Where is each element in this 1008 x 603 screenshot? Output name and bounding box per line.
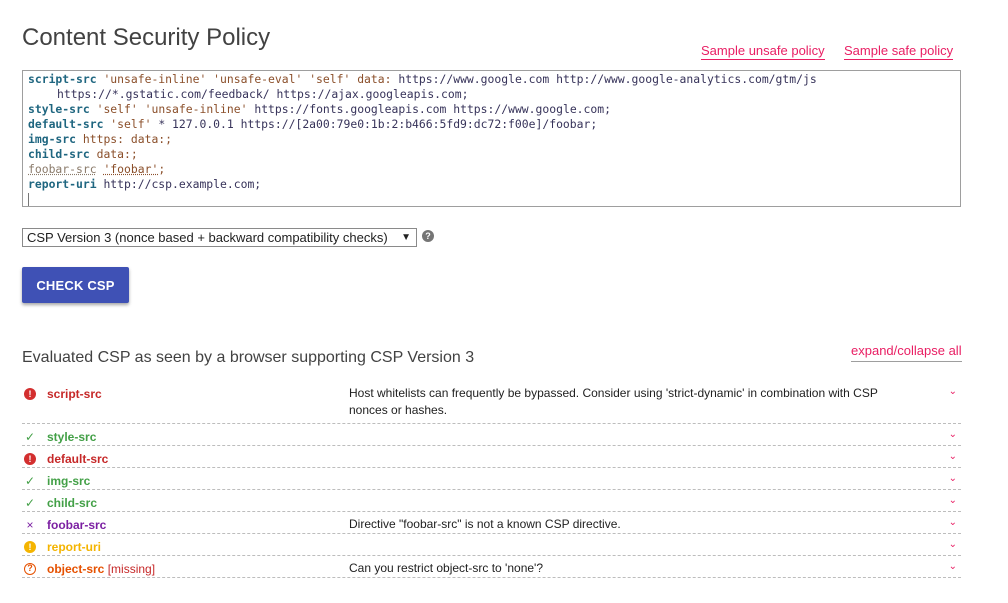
directive-label: img-src: [47, 474, 91, 488]
directive-label: object-src: [47, 562, 105, 576]
chevron-down-icon[interactable]: ⌄: [949, 561, 957, 572]
directive-label: report-uri: [47, 540, 101, 554]
result-directive-name: script-src: [47, 387, 102, 401]
csp-directive-token: img-src: [28, 132, 77, 146]
result-description: Host whitelists can frequently be bypass…: [349, 386, 878, 417]
result-description: Directive "foobar-src" is not a known CS…: [349, 517, 621, 531]
csp-value-token: [234, 117, 241, 131]
csp-value-token: 'unsafe-inline': [144, 102, 248, 116]
csp-directive-token: default-src: [28, 117, 104, 131]
csp-directive-token: style-src: [28, 102, 90, 116]
csp-value-token: http://www.google-analytics.com/gtm/js: [556, 72, 817, 86]
csp-editor-line: script-src 'unsafe-inline' 'unsafe-eval'…: [28, 72, 955, 87]
directive-label: foobar-src: [47, 518, 107, 532]
error-icon: !: [24, 453, 36, 465]
check-csp-button[interactable]: CHECK CSP: [22, 267, 129, 303]
check-icon: ✓: [24, 496, 36, 510]
csp-value-token: 'self': [96, 102, 138, 116]
chevron-down-icon[interactable]: ⌄: [949, 473, 957, 484]
directive-label: child-src: [47, 496, 98, 510]
page-title: Content Security Policy: [22, 24, 271, 51]
error-icon: !: [24, 388, 36, 400]
csp-editor-line: default-src 'self' * 127.0.0.1 https://[…: [28, 117, 955, 132]
directive-label: default-src: [47, 452, 109, 466]
csp-directive-token: script-src: [28, 72, 97, 86]
result-row-child-src[interactable]: ✓ child-src ⌄: [22, 490, 961, 512]
chevron-down-icon[interactable]: ⌄: [949, 495, 957, 506]
csp-editor-caret-line: [28, 192, 955, 206]
chevron-down-icon[interactable]: ⌄: [949, 386, 957, 397]
csp-editor-line: report-uri http://csp.example.com;: [28, 177, 955, 192]
csp-directive-token: child-src: [28, 147, 90, 161]
csp-value-token: [90, 102, 97, 116]
csp-editor-line: https://*.gstatic.com/feedback/ https://…: [28, 87, 955, 102]
dropdown-arrow-icon: ▼: [401, 232, 411, 243]
csp-value-token: 'unsafe-inline': [103, 72, 207, 86]
csp-value-token: * 127.0.0.1: [158, 117, 234, 131]
result-row-report-uri[interactable]: ! report-uri ⌄: [22, 534, 961, 556]
sample-safe-policy-link[interactable]: Sample safe policy: [844, 43, 954, 60]
directive-label: style-src: [47, 430, 97, 444]
csp-value-token: https://ajax.googleapis.com;: [276, 87, 469, 101]
chevron-down-icon[interactable]: ⌄: [949, 451, 957, 462]
result-row-img-src[interactable]: ✓ img-src ⌄: [22, 468, 961, 490]
directive-label: script-src: [47, 387, 102, 401]
sample-unsafe-policy-link[interactable]: Sample unsafe policy: [701, 43, 825, 60]
csp-directive-token: foobar-src: [28, 162, 97, 176]
evaluation-results: ! script-src Host whitelists can frequentl…: [22, 380, 961, 578]
result-directive-name: img-src: [47, 474, 90, 488]
csp-value-token: ;: [158, 162, 166, 176]
csp-value-token: [90, 147, 97, 161]
csp-value-token: http://csp.example.com;: [103, 177, 262, 191]
chevron-down-icon[interactable]: ⌄: [949, 539, 957, 550]
csp-value-token: https: data:;: [82, 132, 173, 146]
csp-value-token: https://fonts.googleapis.com: [254, 102, 447, 116]
result-row-script-src[interactable]: ! script-src Host whitelists can frequentl…: [22, 380, 961, 424]
csp-editor-line: style-src 'self' 'unsafe-inline' https:/…: [28, 102, 955, 117]
result-directive-name: foobar-src: [47, 518, 106, 532]
csp-value-token: 'foobar': [103, 162, 159, 176]
csp-value-token: https://www.google.com;: [453, 102, 611, 116]
csp-value-token: https://*.gstatic.com/feedback/: [57, 87, 270, 101]
csp-value-token: https://[2a00:79e0:1b:2:b466:5fd9:dc72:f…: [240, 117, 598, 131]
csp-value-token: [138, 102, 145, 116]
result-row-foobar-src[interactable]: × foobar-src Directive "foobar-src" is not…: [22, 512, 961, 534]
csp-value-token: 'unsafe-eval': [213, 72, 303, 86]
chevron-down-icon[interactable]: ⌄: [949, 517, 957, 528]
csp-editor-line: child-src data:;: [28, 147, 955, 162]
csp-value-token: data:: [357, 72, 392, 86]
csp-value-token: data:;: [96, 147, 138, 161]
warning-icon: !: [24, 541, 36, 553]
result-description: Can you restrict object-src to 'none'?: [349, 561, 544, 575]
cross-icon: ×: [26, 518, 34, 532]
csp-value-token: [76, 132, 83, 146]
csp-value-token: 'self': [110, 117, 152, 131]
text-caret: [28, 192, 29, 206]
check-icon: ✓: [24, 430, 36, 444]
result-row-style-src[interactable]: ✓ style-src ⌄: [22, 424, 961, 446]
result-directive-name: report-uri: [47, 540, 101, 554]
result-directive-name: child-src: [47, 496, 97, 510]
csp-directive-token: report-uri: [28, 177, 97, 191]
result-row-default-src[interactable]: ! default-src ⌄: [22, 446, 961, 468]
evaluation-heading: Evaluated CSP as seen by a browser suppo…: [22, 349, 475, 366]
expand-collapse-all-link[interactable]: expand/collapse all: [851, 343, 962, 362]
result-directive-name: style-src: [47, 430, 96, 444]
chevron-down-icon[interactable]: ⌄: [949, 429, 957, 440]
missing-tag: [missing]: [107, 562, 156, 576]
question-icon: ?: [24, 563, 36, 575]
csp-input-textarea[interactable]: script-src 'unsafe-inline' 'unsafe-eval'…: [22, 70, 961, 207]
csp-editor-line: img-src https: data:;: [28, 132, 955, 147]
csp-value-token: 'self': [309, 72, 351, 86]
csp-editor-line: foobar-src 'foobar';: [28, 162, 955, 177]
result-directive-name: object-src [missing]: [47, 562, 155, 576]
help-icon[interactable]: ?: [422, 230, 434, 242]
csp-version-selected: CSP Version 3 (nonce based + backward co…: [27, 230, 388, 245]
csp-value-token: https://www.google.com: [398, 72, 550, 86]
check-icon: ✓: [24, 474, 36, 488]
result-row-object-src[interactable]: ? object-src [missing] Can you restrict ob…: [22, 556, 961, 578]
result-directive-name: default-src: [47, 452, 108, 466]
csp-version-select[interactable]: CSP Version 3 (nonce based + backward co…: [22, 228, 417, 247]
